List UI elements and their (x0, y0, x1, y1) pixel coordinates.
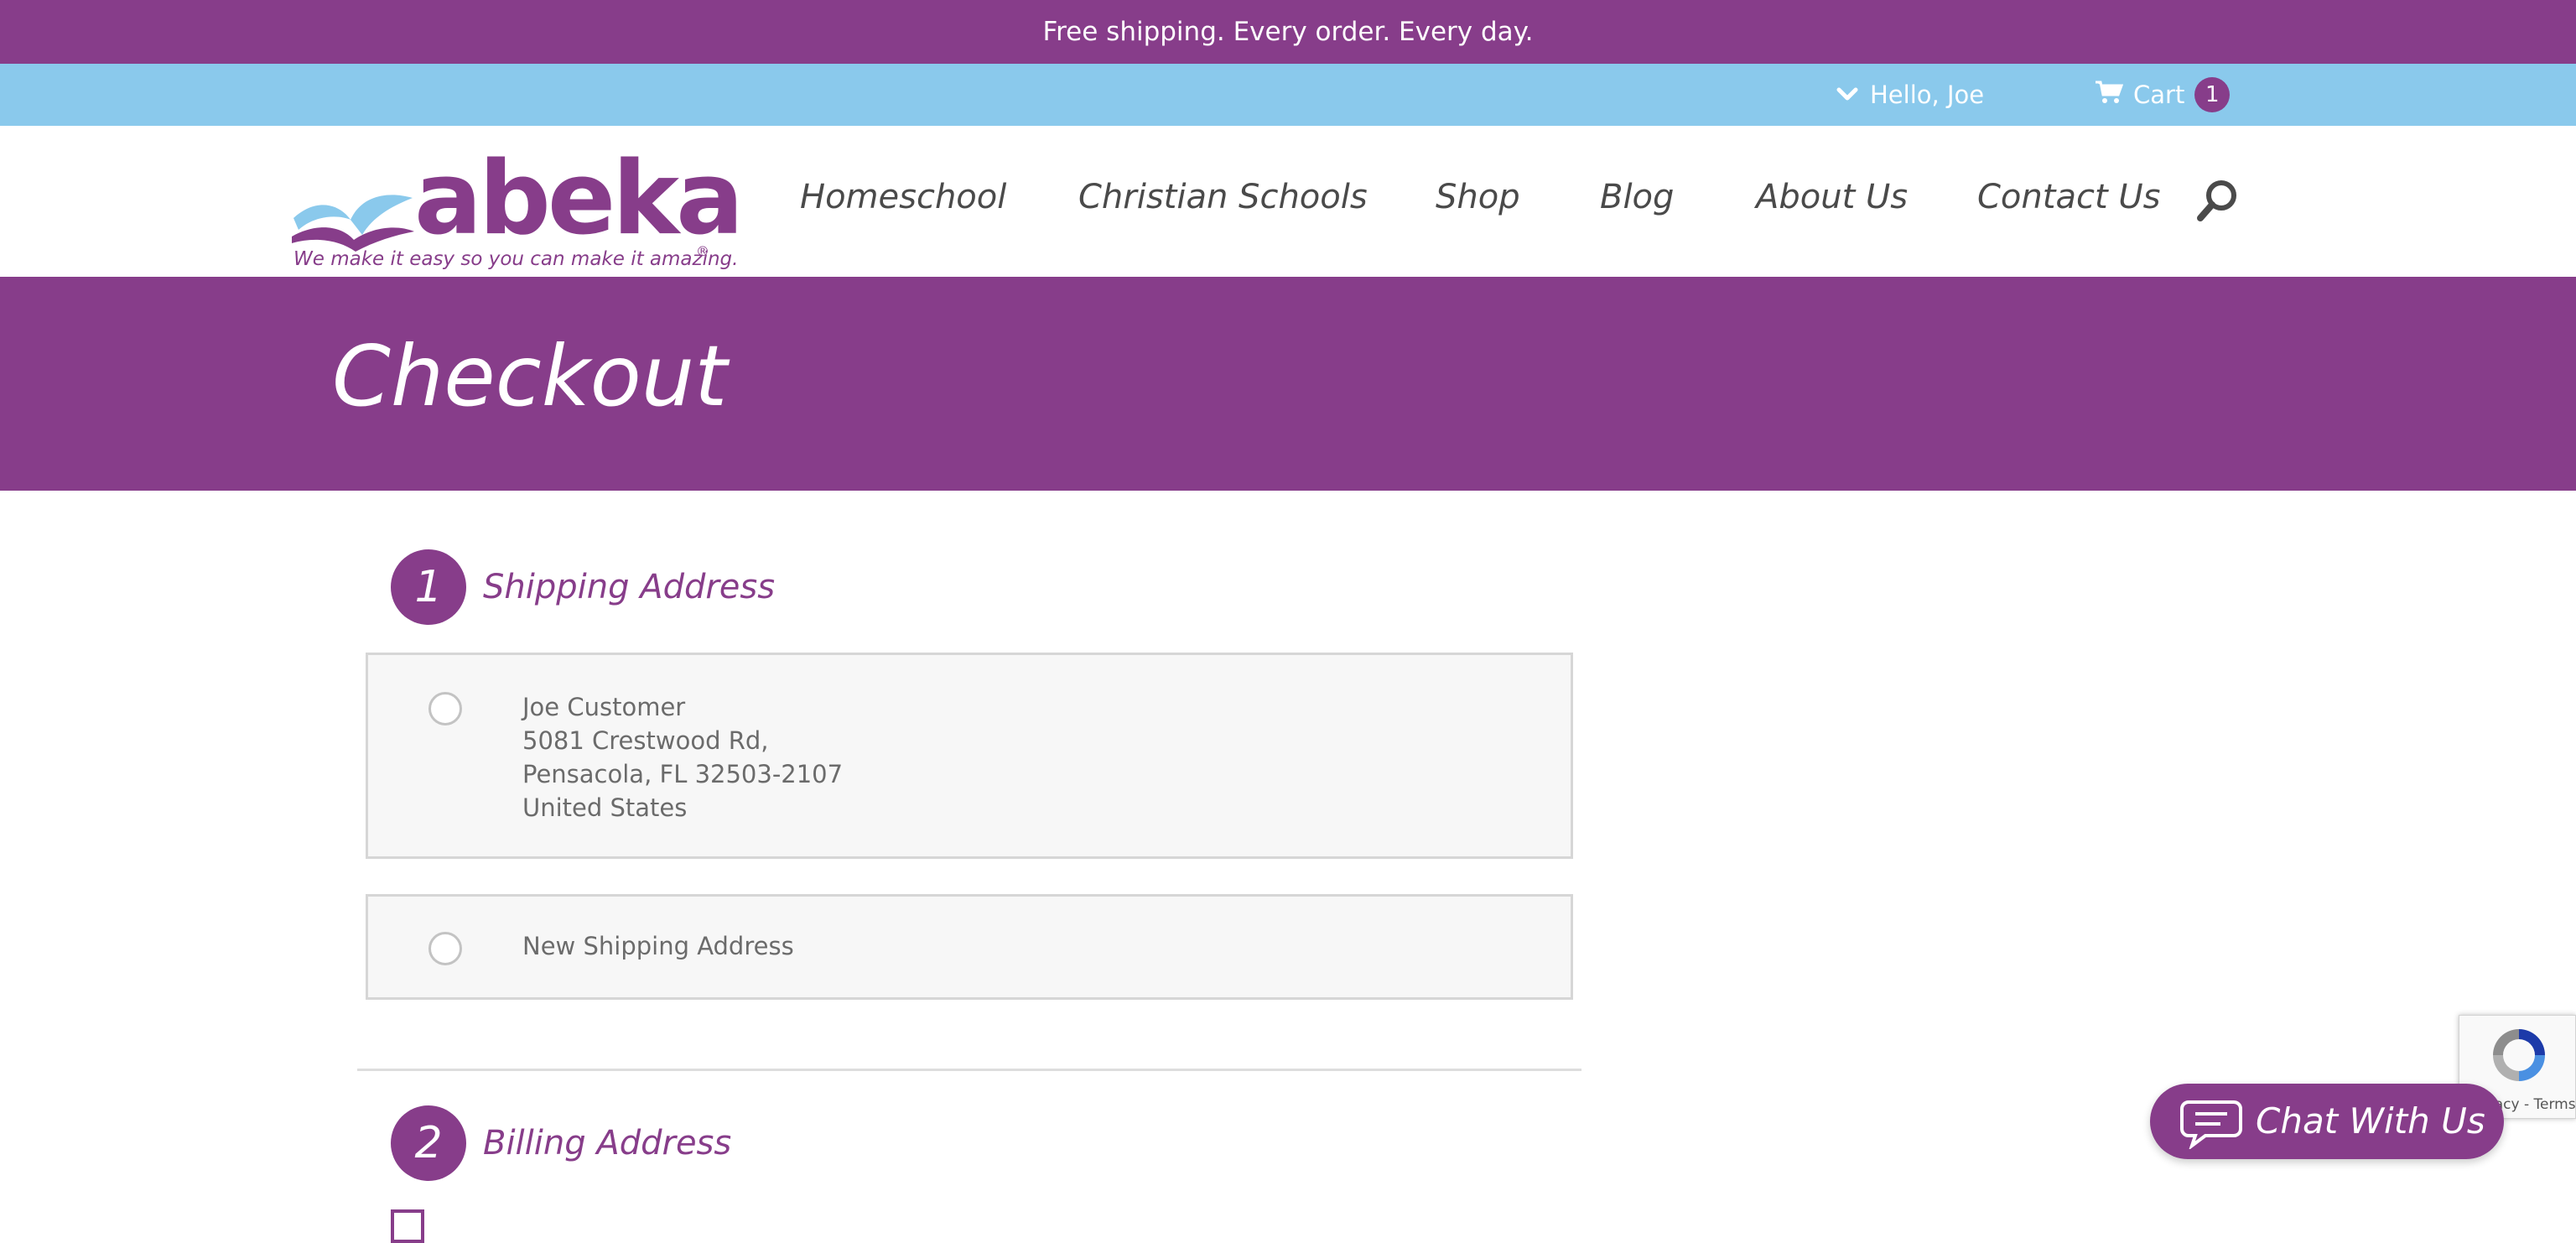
saved-address-option[interactable]: Joe Customer 5081 Crestwood Rd, Pensacol… (366, 653, 1573, 859)
page-banner: Checkout (0, 277, 2576, 491)
nav-christian-schools[interactable]: Christian Schools (1078, 178, 1368, 216)
address-radio[interactable] (428, 692, 462, 726)
main-header: abeka ® We make it easy so you can make … (0, 126, 2576, 277)
step-title: Billing Address (483, 1124, 732, 1162)
account-menu[interactable]: Hello, Joe (1836, 64, 1984, 126)
cart-count-badge: 1 (2194, 77, 2231, 112)
cart-link[interactable]: Cart 1 (2095, 64, 2231, 126)
chat-bubble-icon (2180, 1100, 2242, 1149)
saved-address-text: Joe Customer 5081 Crestwood Rd, Pensacol… (522, 690, 843, 824)
abeka-logo[interactable]: abeka ® We make it easy so you can make … (290, 141, 744, 270)
step-number-badge: 1 (391, 549, 466, 625)
search-button[interactable] (2195, 178, 2241, 223)
nav-homeschool[interactable]: Homeschool (800, 178, 1006, 216)
step-number-badge: 2 (391, 1105, 466, 1181)
nav-contact-us[interactable]: Contact Us (1977, 178, 2160, 216)
cart-label: Cart (2133, 81, 2185, 109)
chat-with-us-button[interactable]: Chat With Us (2150, 1084, 2504, 1159)
chat-label: Chat With Us (2256, 1100, 2485, 1142)
new-address-option[interactable]: New Shipping Address (366, 894, 1573, 1000)
logo-tagline: We make it easy so you can make it amazi… (293, 248, 739, 270)
nav-about-us[interactable]: About Us (1756, 178, 1908, 216)
page-title: Checkout (332, 327, 728, 425)
promo-text: Free shipping. Every order. Every day. (1042, 17, 1534, 47)
recaptcha-icon (2493, 1029, 2545, 1081)
billing-step-header: 2 Billing Address (391, 1105, 731, 1181)
section-divider (357, 1069, 1581, 1071)
address-city-state-zip: Pensacola, FL 32503-2107 (522, 760, 844, 788)
utility-bar: Hello, Joe Cart 1 (0, 64, 2576, 126)
billing-same-checkbox[interactable] (391, 1209, 424, 1243)
open-book-icon (292, 195, 414, 252)
account-greeting: Hello, Joe (1870, 81, 1985, 109)
address-country: United States (522, 793, 688, 822)
shipping-step-header: 1 Shipping Address (391, 549, 775, 625)
chevron-down-icon (1836, 81, 1858, 109)
new-address-radio[interactable] (428, 932, 462, 965)
nav-blog[interactable]: Blog (1600, 178, 1674, 216)
new-address-label: New Shipping Address (522, 932, 794, 960)
cart-icon (2095, 80, 2124, 111)
search-icon (2197, 180, 2236, 221)
logo-wordmark: abeka (414, 141, 744, 257)
step-title: Shipping Address (483, 568, 776, 606)
promo-banner: Free shipping. Every order. Every day. (0, 0, 2576, 64)
address-name: Joe Customer (522, 693, 686, 721)
nav-shop[interactable]: Shop (1436, 178, 1520, 216)
address-street: 5081 Crestwood Rd, (522, 726, 769, 755)
